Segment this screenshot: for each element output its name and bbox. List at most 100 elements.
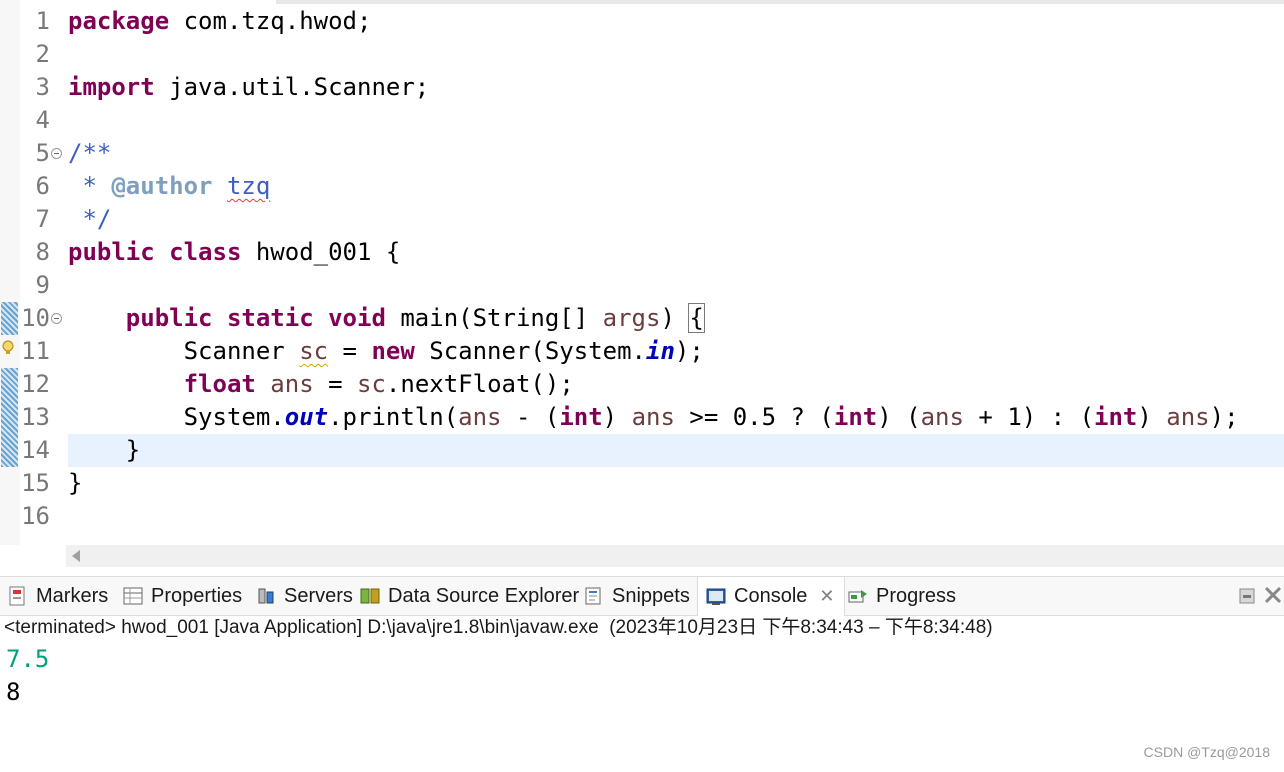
line-number: 8 xyxy=(35,238,50,266)
code-text: ); xyxy=(1209,403,1239,431)
tab-markers[interactable]: Markers xyxy=(8,577,108,615)
code-editor[interactable]: 1 2 3 4 5 6 7 8 9 10 11 12 13 14 15 16 p… xyxy=(0,0,1284,570)
javadoc-tag: @author xyxy=(111,172,213,200)
local-variable: ans xyxy=(270,370,314,398)
code-text: - ( xyxy=(501,403,560,431)
change-marker xyxy=(1,368,18,467)
line-number: 15 xyxy=(21,469,50,497)
console-input-line: 7.5 xyxy=(6,645,50,673)
code-text: = xyxy=(313,370,358,398)
code-line-10: public static void main(String[] args) { xyxy=(68,302,705,335)
line-number: 7 xyxy=(35,205,50,233)
change-marker xyxy=(1,302,18,335)
warning-lightbulb-icon[interactable] xyxy=(1,340,17,356)
code-text: + 1) : ( xyxy=(963,403,1095,431)
code-line-6: * @author tzq xyxy=(68,170,270,203)
line-number: 11 xyxy=(21,337,50,365)
keyword: void xyxy=(328,304,386,332)
tab-snippets[interactable]: Snippets xyxy=(584,577,690,615)
servers-icon xyxy=(256,586,276,606)
console-output-line: 8 xyxy=(6,678,21,706)
tab-console[interactable]: Console ✕ xyxy=(697,577,846,616)
line-number: 16 xyxy=(21,502,50,530)
console-status-line: <terminated> hwod_001 [Java Application]… xyxy=(4,617,993,638)
code-line-8: public class hwod_001 { xyxy=(68,236,400,269)
code-line-3: import java.util.Scanner; xyxy=(68,71,429,104)
keyword: int xyxy=(559,403,603,431)
local-variable: sc xyxy=(357,370,386,398)
code-text: ) ( xyxy=(877,403,921,431)
fold-collapse-icon[interactable] xyxy=(51,313,62,324)
code-line-13: System.out.println(ans - (int) ans >= 0.… xyxy=(68,401,1239,434)
code-text: ) xyxy=(1137,403,1167,431)
line-number: 2 xyxy=(35,40,50,68)
line-number: 10 xyxy=(21,304,50,332)
line-number: 9 xyxy=(35,271,50,299)
code-text: .nextFloat(); xyxy=(385,370,574,398)
fold-collapse-icon[interactable] xyxy=(51,148,62,159)
comment-text-misspelled: tzq xyxy=(226,172,271,200)
code-line-12: float ans = sc.nextFloat(); xyxy=(68,368,574,401)
code-line-11: Scanner sc = new Scanner(System.in); xyxy=(68,335,704,368)
horizontal-scrollbar[interactable] xyxy=(66,545,1284,567)
tab-properties[interactable]: Properties xyxy=(123,577,242,615)
code-line-1: package com.tzq.hwod; xyxy=(68,5,371,38)
code-text: = xyxy=(328,337,372,365)
keyword: public xyxy=(125,304,213,332)
code-text: ); xyxy=(674,337,704,365)
line-number: 12 xyxy=(21,370,50,398)
tab-label: Data Source Explorer xyxy=(388,584,580,607)
tab-data-source-explorer[interactable]: Data Source Explorer xyxy=(360,577,579,615)
minimize-icon[interactable] xyxy=(1239,588,1255,604)
keyword: int xyxy=(1094,403,1138,431)
console-icon xyxy=(706,587,726,607)
line-number: 14 xyxy=(21,436,50,464)
local-variable: ans xyxy=(631,403,675,431)
tab-progress[interactable]: Progress xyxy=(848,577,956,615)
comment-text: * xyxy=(68,172,112,200)
line-number: 4 xyxy=(35,106,50,134)
code-line-7: */ xyxy=(68,205,112,233)
code-text: System. xyxy=(68,403,285,431)
close-icon[interactable]: ✕ xyxy=(819,586,834,607)
snippets-icon xyxy=(584,586,604,606)
properties-icon xyxy=(123,586,143,606)
watermark: CSDN @Tzq@2018 xyxy=(1143,744,1270,760)
progress-icon xyxy=(848,586,868,606)
keyword: float xyxy=(183,370,256,398)
keyword: static xyxy=(226,304,314,332)
code-line-14: } xyxy=(68,436,141,464)
code-text: .println( xyxy=(328,403,459,431)
keyword: public xyxy=(68,238,155,266)
code-text: hwod_001 { xyxy=(241,238,401,266)
keyword: class xyxy=(169,238,242,266)
data-source-explorer-icon xyxy=(360,586,380,606)
static-field: in xyxy=(646,337,675,365)
scroll-left-icon[interactable] xyxy=(72,550,80,562)
local-variable: ans xyxy=(920,403,964,431)
parameter: args xyxy=(602,304,661,332)
static-field: out xyxy=(284,403,329,431)
line-number: 3 xyxy=(35,73,50,101)
line-number: 6 xyxy=(35,172,50,200)
tab-servers[interactable]: Servers xyxy=(256,577,353,615)
close-view-icon[interactable] xyxy=(1264,586,1282,604)
code-line-5: /** xyxy=(68,139,112,167)
line-number: 1 xyxy=(35,7,50,35)
code-text: ) xyxy=(660,304,690,332)
tab-label: Markers xyxy=(36,584,109,607)
keyword: int xyxy=(833,403,878,431)
code-text: ) xyxy=(602,403,632,431)
code-text: com.tzq.hwod; xyxy=(169,7,372,35)
tab-label: Snippets xyxy=(612,584,690,607)
keyword: import xyxy=(68,73,155,101)
tab-label: Progress xyxy=(876,584,957,607)
code-text: >= 0.5 ? ( xyxy=(674,403,834,431)
keyword: package xyxy=(68,7,170,35)
code-line-15: } xyxy=(68,469,83,497)
